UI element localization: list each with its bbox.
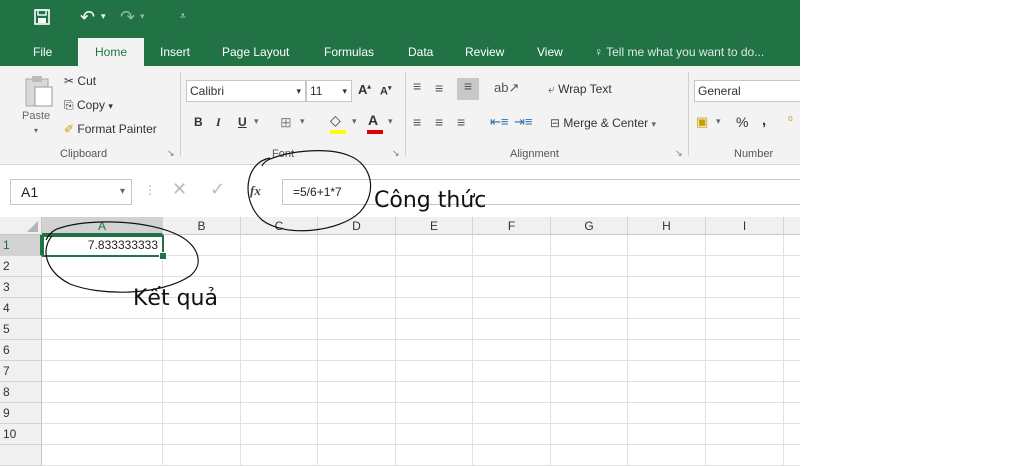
- excel-window: ↶ ▾ ↷ ▾ ⩡ File Home Insert Page Layout F…: [0, 0, 800, 466]
- formula-annotation: Công thức: [374, 188, 487, 213]
- result-circle-stroke: [45, 221, 199, 293]
- result-annotation: Kết quả: [133, 286, 218, 311]
- formula-circle-stroke: [247, 150, 372, 232]
- annotation-ink: [45, 150, 372, 293]
